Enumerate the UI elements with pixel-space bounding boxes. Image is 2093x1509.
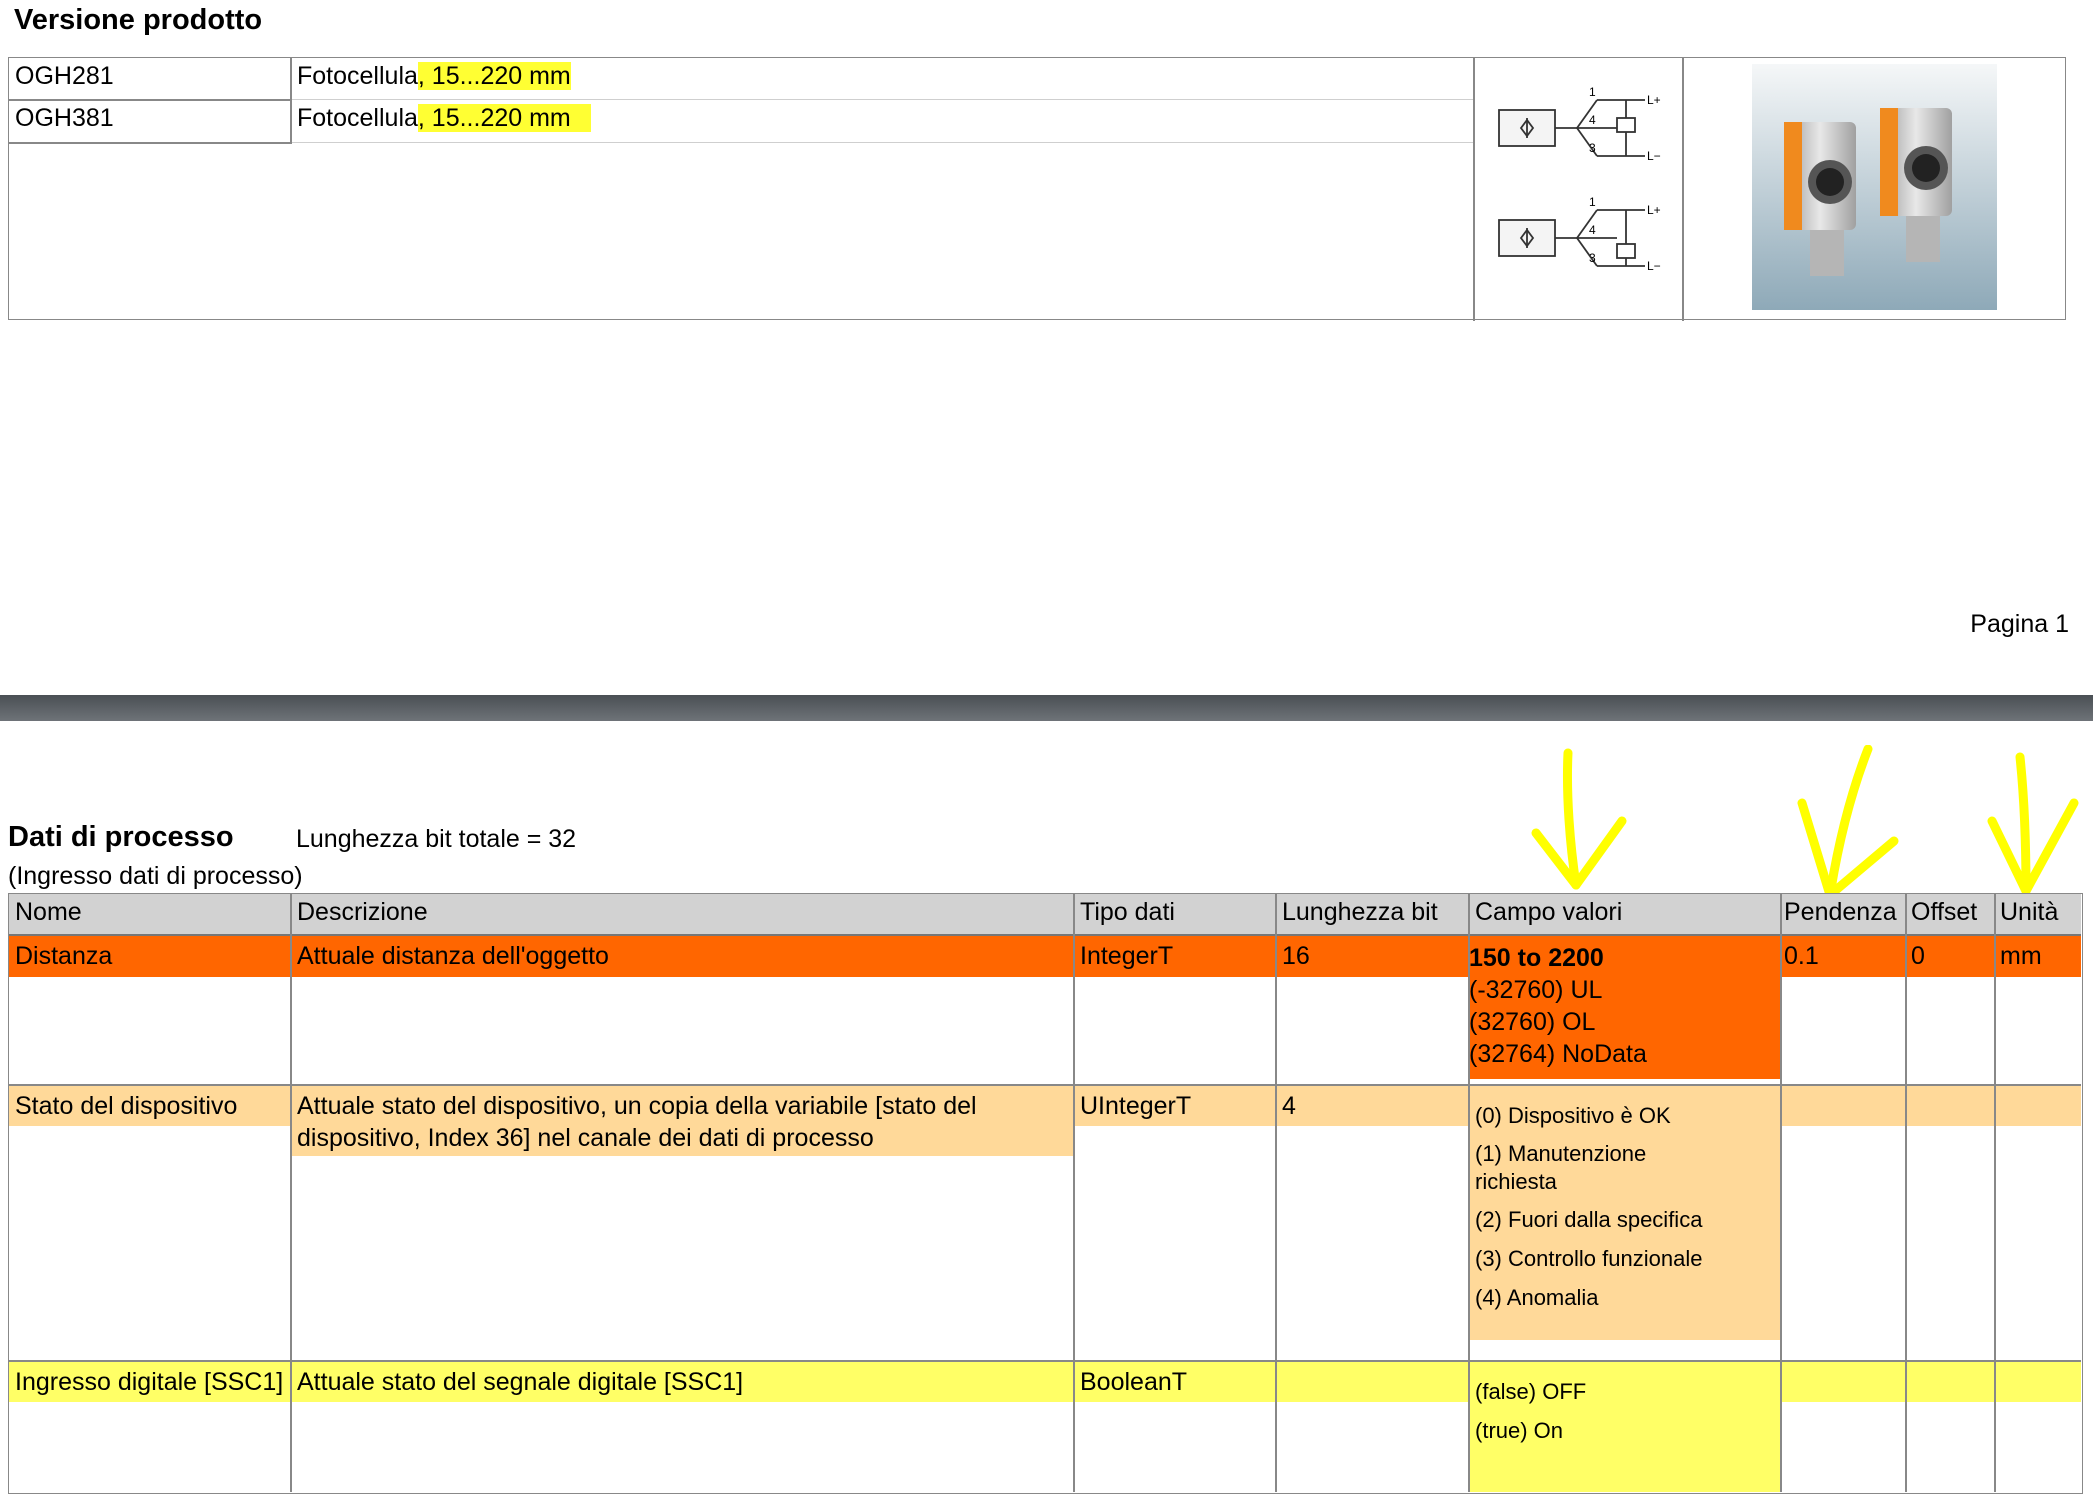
header-bits: Lunghezza bit <box>1282 898 1438 926</box>
row-bits: 4 <box>1282 1092 1296 1120</box>
row-description: Attuale stato del segnale digitale [SSC1… <box>297 1368 744 1396</box>
page-number: Pagina 1 <box>1970 610 2069 638</box>
process-data-table: Nome Descrizione Tipo dati Lunghezza bit… <box>8 893 2083 1494</box>
product-code: OGH281 <box>15 62 114 90</box>
header-description: Descrizione <box>297 898 428 926</box>
header-slope: Pendenza <box>1784 898 1897 926</box>
row-type: IntegerT <box>1080 942 1174 970</box>
pin-label: 1 <box>1589 195 1596 209</box>
row-description: Attuale distanza dell'oggetto <box>297 942 609 970</box>
lminus-label: L− <box>1647 259 1661 273</box>
product-description: Fotocellula, 15...220 mm <box>297 62 571 90</box>
row-bits <box>1276 1364 1288 1368</box>
header-unit: Unità <box>2000 898 2059 926</box>
product-section-title: Versione prodotto <box>14 4 263 36</box>
range-value: (3) Controllo funzionale <box>1475 1246 1703 1271</box>
row-type: BooleanT <box>1080 1368 1188 1396</box>
row-bits: 16 <box>1282 942 1310 970</box>
pin-label: 4 <box>1589 113 1596 127</box>
range-value: (32764) NoData <box>1469 1040 1647 1068</box>
range-value: (false) OFF <box>1475 1379 1587 1404</box>
wiring-diagram: 1 4 3 L+ L− 1 4 3 L+ L− <box>1498 85 1661 273</box>
page-divider <box>0 695 2093 721</box>
product-description: Fotocellula, 15...220 mm <box>297 103 591 133</box>
range-value: (0) Dispositivo è OK <box>1475 1103 1671 1128</box>
row-slope: 0.1 <box>1784 942 1819 970</box>
pin-label: 3 <box>1589 141 1596 155</box>
row-name: Ingresso digitale [SSC1] <box>15 1368 284 1396</box>
range-value: (true) On <box>1475 1418 1564 1443</box>
header-type: Tipo dati <box>1080 898 1175 926</box>
row-description: Attuale stato del dispositivo, un copia … <box>297 1092 977 1152</box>
pin-label: 4 <box>1589 223 1596 237</box>
lplus-label: L+ <box>1647 93 1661 107</box>
product-table: OGH281 Fotocellula, 15...220 mm OGH381 F… <box>8 57 2066 321</box>
process-section-title: Dati di processo <box>8 821 234 853</box>
range-value: (2) Fuori dalla specifica <box>1475 1207 1703 1232</box>
row-unit: mm <box>2000 942 2042 970</box>
row-name: Stato del dispositivo <box>15 1092 238 1120</box>
pin-label: 1 <box>1589 85 1596 99</box>
row-offset: 0 <box>1911 942 1925 970</box>
header-name: Nome <box>15 898 82 926</box>
range-value: (-32760) UL <box>1469 976 1603 1004</box>
pin-label: 3 <box>1589 251 1596 265</box>
annotation-arrows <box>1531 745 2079 900</box>
row-name: Distanza <box>15 942 113 970</box>
range-value: (32760) OL <box>1469 1008 1596 1036</box>
header-offset: Offset <box>1911 898 1978 926</box>
lminus-label: L− <box>1647 149 1661 163</box>
header-range: Campo valori <box>1475 898 1623 926</box>
lplus-label: L+ <box>1647 203 1661 217</box>
range-main: 150 to 2200 <box>1469 944 1604 972</box>
product-photo <box>1752 64 1997 310</box>
bit-length-total: Lunghezza bit totale = 32 <box>296 825 577 853</box>
product-code: OGH381 <box>15 104 114 132</box>
range-value: (1) Manutenzione richiesta <box>1475 1141 1647 1194</box>
process-section-subtitle: (Ingresso dati di processo) <box>8 862 303 890</box>
range-value: (4) Anomalia <box>1475 1285 1599 1310</box>
row-type: UIntegerT <box>1080 1092 1192 1120</box>
